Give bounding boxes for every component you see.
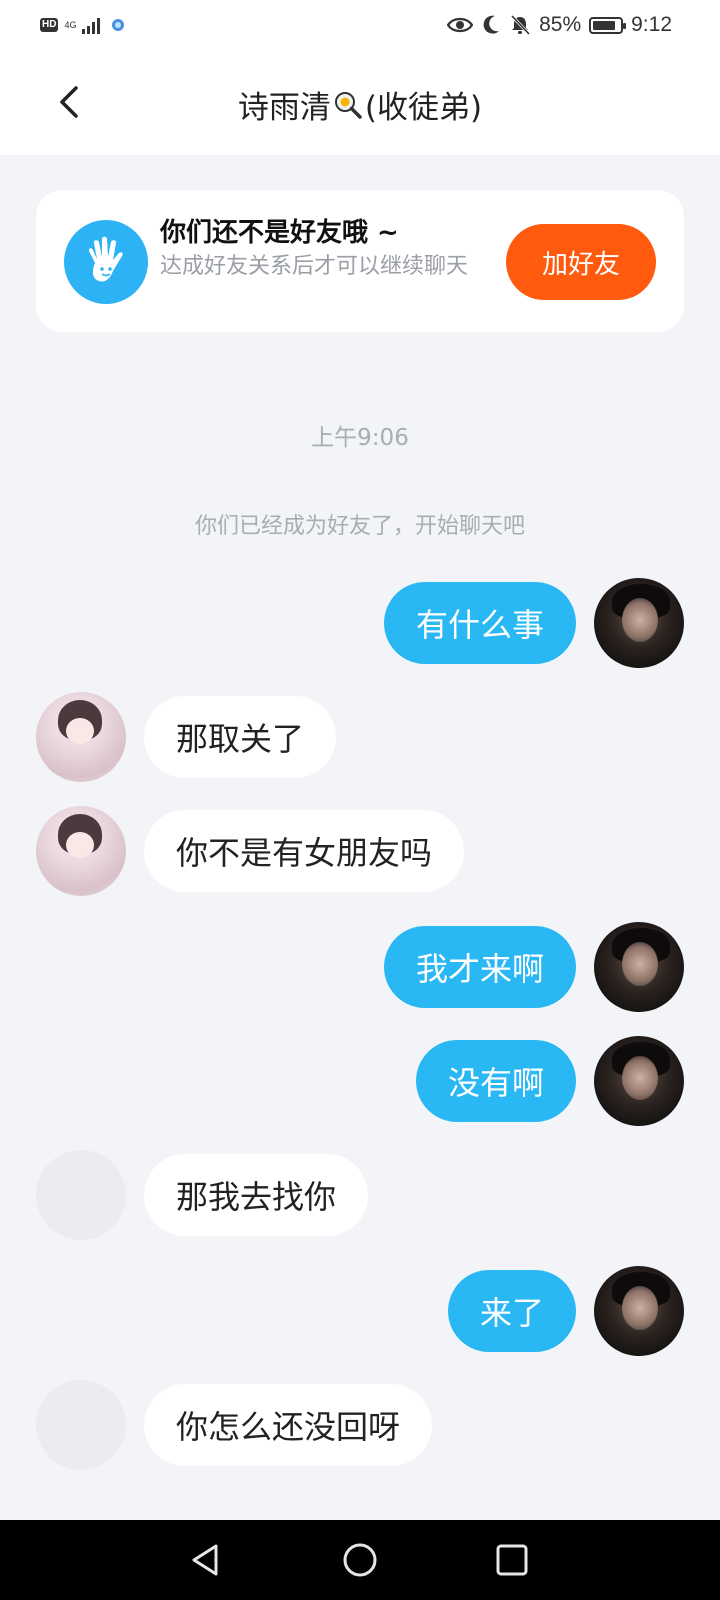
page-title: 诗雨清 (收徒弟) [0,82,720,127]
bell-off-icon [511,14,531,36]
title-name: 诗雨清 [237,90,331,126]
friend-notice-card: 你们还不是好友哦 ~ 达成好友关系后才可以继续聊天 加好友 [36,190,684,332]
signal-icon [82,18,101,34]
status-left: HD 4G [40,12,126,38]
hd-icon: HD [40,18,59,32]
app-notification-icon [112,19,125,31]
chat-message: 来了 [0,1266,720,1356]
chat-message: 有什么事 [0,578,720,668]
avatar[interactable] [594,922,684,1012]
avatar[interactable] [594,1036,684,1126]
avatar[interactable] [594,578,684,668]
message-bubble[interactable]: 没有啊 [415,1040,576,1122]
message-bubble[interactable]: 那取关了 [144,696,337,778]
moon-icon [483,15,500,34]
message-bubble[interactable]: 有什么事 [383,582,576,664]
system-nav-bar [0,1520,720,1600]
message-bubble[interactable]: 你不是有女朋友吗 [144,810,465,892]
eye-icon [447,17,474,33]
home-circle-icon[interactable] [340,1540,380,1580]
add-friend-button[interactable]: 加好友 [506,224,656,300]
avatar[interactable] [36,1150,126,1240]
magnifier-emoji-icon [334,91,362,119]
status-right: 85% 9:12 [447,10,672,40]
timestamp: 上午9:06 [311,425,409,451]
notice-title: 你们还不是好友哦 ~ [160,218,399,248]
chat-header: 诗雨清 (收徒弟) [0,50,720,155]
message-bubble[interactable]: 我才来啊 [383,926,576,1008]
title-suffix: (收徒弟) [364,90,483,126]
system-message: 你们已经成为好友了，开始聊天吧 [194,514,525,539]
network-type: 4G [64,19,77,30]
recents-square-icon[interactable] [492,1540,532,1580]
chat-message: 没有啊 [0,1036,720,1126]
chat-message: 那取关了 [0,692,720,782]
battery-fill [593,20,616,30]
chat-message: 我才来啊 [0,922,720,1012]
avatar[interactable] [36,806,126,896]
avatar[interactable] [594,1266,684,1356]
battery-percent: 85% [539,13,582,36]
avatar[interactable] [36,692,126,782]
status-bar: HD 4G 85% 9:12 [0,0,720,50]
chat-message: 那我去找你 [0,1150,720,1240]
avatar[interactable] [36,1380,126,1470]
wave-hand-icon [64,220,148,304]
message-bubble[interactable]: 那我去找你 [144,1154,369,1236]
battery-icon [589,16,627,34]
chat-message: 你怎么还没回呀 [0,1380,720,1470]
back-triangle-icon[interactable] [186,1540,226,1580]
notice-subtitle: 达成好友关系后才可以继续聊天 [160,254,469,279]
clock: 9:12 [631,13,672,36]
chat-message: 你不是有女朋友吗 [0,806,720,896]
message-bubble[interactable]: 来了 [447,1270,576,1352]
message-bubble[interactable]: 你怎么还没回呀 [144,1384,433,1466]
